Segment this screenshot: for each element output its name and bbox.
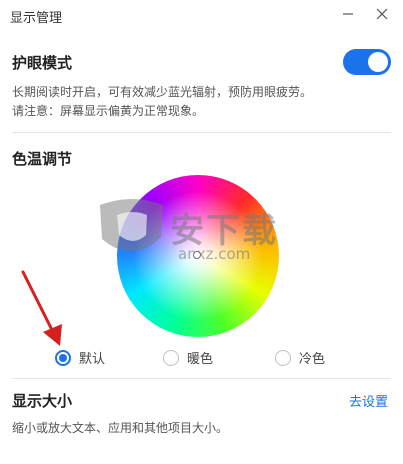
radio-label: 暖色: [187, 352, 214, 367]
eye-mode-toggle[interactable]: [343, 49, 391, 75]
toggle-knob: [368, 52, 388, 72]
radio-warm[interactable]: 暖色: [163, 348, 213, 367]
close-icon: [376, 8, 388, 20]
close-button[interactable]: [371, 3, 393, 25]
watermark-sub: anxz.com: [178, 245, 251, 263]
display-size-description: 缩小或放大文本、应用和其他项目大小。: [12, 421, 229, 435]
radio-label: 默认: [79, 352, 106, 367]
radio-cool[interactable]: 冷色: [275, 348, 325, 367]
radio-circle: [55, 349, 71, 366]
divider: [12, 132, 391, 133]
radio-label: 冷色: [299, 352, 326, 367]
divider: [12, 378, 391, 379]
color-temp-title: 色温调节: [12, 150, 73, 168]
title-bar: 显示管理: [0, 0, 403, 30]
color-temp-options: 默认 暖色 冷色: [0, 346, 403, 370]
eye-mode-notice: 请注意：屏幕显示偏黄为正常现象。: [12, 104, 205, 118]
window-title: 显示管理: [10, 11, 63, 26]
go-settings-link[interactable]: 去设置: [349, 391, 388, 410]
radio-dot: [59, 353, 67, 362]
radio-default[interactable]: 默认: [55, 348, 105, 367]
radio-circle: [163, 349, 179, 366]
minimize-button[interactable]: [337, 3, 359, 25]
eye-mode-description: 长期阅读时开启，可有效减少蓝光辐射，预防用眼疲劳。: [12, 85, 313, 99]
radio-circle: [275, 349, 291, 366]
minimize-icon: [343, 13, 353, 15]
display-size-title: 显示大小: [12, 392, 73, 410]
color-picker-handle[interactable]: [192, 250, 202, 260]
arrow-annotation: [21, 270, 62, 346]
eye-mode-title: 护眼模式: [12, 54, 73, 72]
